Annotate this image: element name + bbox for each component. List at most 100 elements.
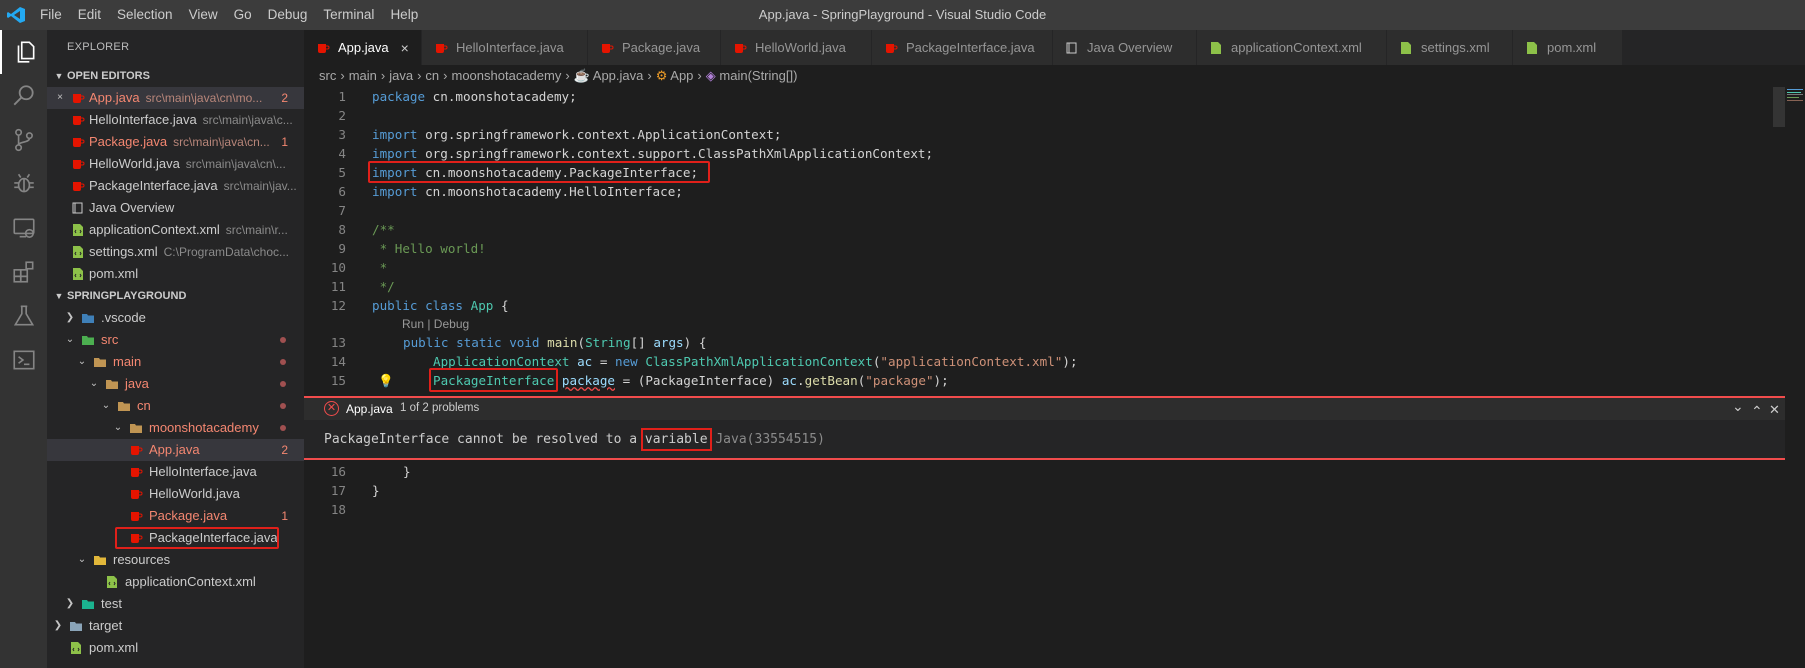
open-editor-package-java[interactable]: Package.java src\main\java\cn... 1 <box>47 131 304 153</box>
tab-hellointerface-java[interactable]: HelloInterface.java <box>422 30 588 65</box>
open-editor-hellointerface-java[interactable]: HelloInterface.java src\main\java\c... <box>47 109 304 131</box>
breadcrumb-item[interactable]: cn <box>425 68 439 83</box>
tree-file-package-java[interactable]: Package.java 1 <box>47 505 304 527</box>
test-icon[interactable] <box>0 294 47 338</box>
explorer-icon[interactable] <box>0 30 47 74</box>
menu-edit[interactable]: Edit <box>70 0 109 30</box>
search-icon[interactable] <box>0 74 47 118</box>
explorer-title: EXPLORER <box>67 41 130 53</box>
java-file-icon <box>131 534 143 543</box>
close-icon[interactable]: × <box>53 87 67 109</box>
method-icon: ◈ <box>705 68 716 83</box>
tree-folder-resources[interactable]: ⌄ resources <box>47 549 304 571</box>
breadcrumb-item[interactable]: src <box>319 68 336 83</box>
close-icon[interactable]: × <box>401 40 409 56</box>
open-editor-settings-xml[interactable]: settings.xml C:\ProgramData\choc... <box>47 241 304 263</box>
tree-folder-java[interactable]: ⌄ java <box>47 373 304 395</box>
tree-file-app-java[interactable]: App.java 2 <box>47 439 304 461</box>
chevron-down-icon: ▼ <box>54 71 64 81</box>
line-number: 1 <box>338 89 346 104</box>
tab-java-overview[interactable]: Java Overview <box>1053 30 1197 65</box>
book-icon <box>1066 42 1077 53</box>
menu-bar: File Edit Selection View Go Debug Termin… <box>32 0 426 30</box>
menu-selection[interactable]: Selection <box>109 0 181 30</box>
tree-folder-vscode[interactable]: ❯ .vscode <box>47 307 304 329</box>
breadcrumb-item[interactable]: main <box>349 68 377 83</box>
breadcrumb-item[interactable]: App <box>670 68 693 83</box>
tree-file-helloworld-java[interactable]: HelloWorld.java <box>47 483 304 505</box>
code-line: 6 import cn.moonshotacademy.HelloInterfac… <box>304 182 1784 201</box>
tree-folder-test[interactable]: ❯ test <box>47 593 304 615</box>
tree-folder-cn[interactable]: ⌄ cn <box>47 395 304 417</box>
open-editor-java-overview[interactable]: Java Overview <box>47 197 304 219</box>
open-editor-app-java[interactable]: × App.java src\main\java\cn\mo... 2 <box>47 87 304 109</box>
menu-terminal[interactable]: Terminal <box>315 0 382 30</box>
tab-app-java[interactable]: App.java × <box>304 30 422 65</box>
open-editor-applicationcontext-xml[interactable]: applicationContext.xml src\main\r... <box>47 219 304 241</box>
code-text: public class App { <box>372 298 509 313</box>
tree-file-applicationcontext-xml[interactable]: applicationContext.xml <box>47 571 304 593</box>
tab-helloworld-java[interactable]: HelloWorld.java <box>721 30 872 65</box>
minimap[interactable] <box>1785 87 1805 668</box>
breadcrumb-item[interactable]: moonshotacademy <box>452 68 562 83</box>
chevron-down-icon: ⌄ <box>65 334 75 345</box>
next-problem-button[interactable]: ⌄ <box>1732 398 1744 415</box>
tab-settings-xml[interactable]: settings.xml <box>1387 30 1513 65</box>
previous-problem-button[interactable]: ⌃ <box>1751 403 1763 420</box>
code-line: 16} <box>304 462 1784 481</box>
chevron-down-icon: ▼ <box>54 291 64 301</box>
tree-file-pom-xml[interactable]: pom.xml <box>47 637 304 659</box>
terminal-icon[interactable] <box>0 338 47 382</box>
file-name: PackageInterface.java <box>89 178 218 193</box>
menu-help[interactable]: Help <box>382 0 426 30</box>
remote-explorer-icon[interactable] <box>0 206 47 250</box>
open-editor-pom-xml[interactable]: pom.xml <box>47 263 304 285</box>
open-editors-header[interactable]: ▼ OPEN EDITORS <box>47 65 304 87</box>
peek-file-name: App.java <box>346 402 393 416</box>
tab-package-java[interactable]: Package.java <box>588 30 721 65</box>
tree-file-packageinterface-java[interactable]: PackageInterface.java <box>47 527 304 549</box>
code-line: 5 import cn.moonshotacademy.PackageInterf… <box>304 161 1784 183</box>
menu-debug[interactable]: Debug <box>260 0 316 30</box>
project-header[interactable]: ▼ SPRINGPLAYGROUND <box>47 285 304 307</box>
chevron-down-icon: ⌄ <box>101 400 111 411</box>
breadcrumb-item[interactable]: java <box>389 68 413 83</box>
menu-view[interactable]: View <box>181 0 226 30</box>
tab-applicationcontext-xml[interactable]: applicationContext.xml <box>1197 30 1387 65</box>
breadcrumb-item[interactable]: App.java <box>593 68 644 83</box>
project-label: SPRINGPLAYGROUND <box>67 290 187 302</box>
activity-bar <box>0 30 47 668</box>
code-text: PackageInterface package = (PackageInter… <box>433 373 949 388</box>
extensions-icon[interactable] <box>0 250 47 294</box>
problem-dot <box>280 359 286 365</box>
menu-file[interactable]: File <box>32 0 70 30</box>
vscode-logo-icon <box>7 7 25 23</box>
editor-scrollbar[interactable] <box>1773 87 1785 127</box>
java-file-icon <box>131 468 143 477</box>
tab-pom-xml[interactable]: pom.xml <box>1513 30 1623 65</box>
file-name: App.java <box>89 90 140 105</box>
chevron-right-icon: › <box>697 68 702 83</box>
tree-folder-main[interactable]: ⌄ main <box>47 351 304 373</box>
java-file-icon <box>602 43 614 53</box>
open-editor-helloworld-java[interactable]: HelloWorld.java src\main\java\cn\... <box>47 153 304 175</box>
tree-folder-src[interactable]: ⌄ src <box>47 329 304 351</box>
editor-tab-bar: App.java × HelloInterface.java Package.j… <box>304 30 1805 65</box>
code-text: * Hello world! <box>372 241 486 256</box>
run-debug-codelens[interactable]: Run | Debug <box>402 315 469 334</box>
breadcrumb-item[interactable]: main(String[]) <box>719 68 797 83</box>
tree-file-hellointerface-java[interactable]: HelloInterface.java <box>47 461 304 483</box>
open-editor-packageinterface-java[interactable]: PackageInterface.java src\main\jav... <box>47 175 304 197</box>
file-name: target <box>89 618 123 633</box>
close-peek-button[interactable]: ✕ <box>1769 402 1780 418</box>
lightbulb-icon[interactable]: 💡 <box>378 371 394 390</box>
tree-folder-moonshotacademy[interactable]: ⌄ moonshotacademy <box>47 417 304 439</box>
file-path: src\main\java\cn... <box>173 135 270 149</box>
menu-go[interactable]: Go <box>226 0 260 30</box>
file-name: pom.xml <box>89 640 139 655</box>
tab-packageinterface-java[interactable]: PackageInterface.java <box>872 30 1053 65</box>
tree-folder-target[interactable]: ❯ target <box>47 615 304 637</box>
debug-icon[interactable] <box>0 162 47 206</box>
source-control-icon[interactable] <box>0 118 47 162</box>
file-name: App.java <box>149 442 200 457</box>
